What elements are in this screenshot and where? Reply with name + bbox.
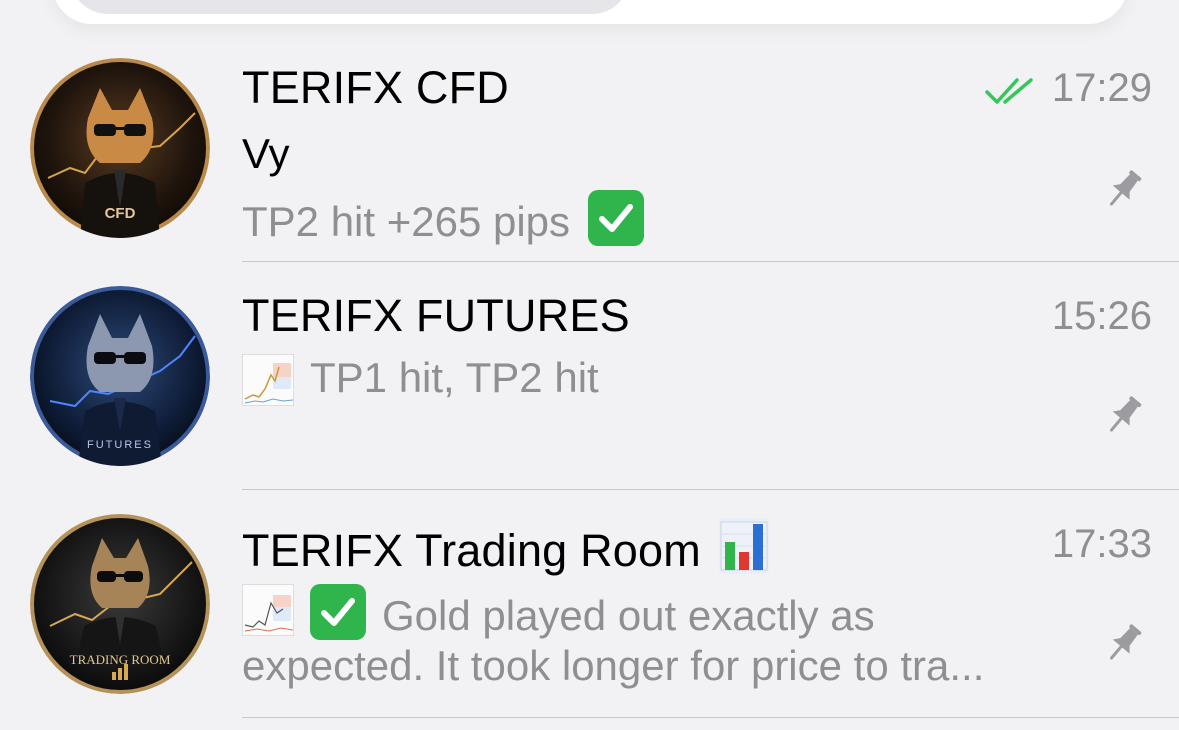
- message-preview: TP2 hit +265 pips: [242, 190, 644, 246]
- chart-thumbnail: [242, 584, 294, 636]
- check-mark-button-icon: [587, 190, 644, 246]
- chat-title: TERIFX CFD: [242, 62, 509, 113]
- chat-title: TERIFX Trading Room: [242, 518, 769, 577]
- pin-icon: [1101, 390, 1149, 438]
- avatar: CFD: [30, 58, 210, 238]
- chat-row-terifx-cfd[interactable]: CFD TERIFX CFD 17:29 Vy TP2 hit +265 pip…: [0, 34, 1179, 262]
- chat-row-terifx-trading-room[interactable]: TRADING ROOM TERIFX Trading Room 17:33 G…: [0, 490, 1179, 718]
- pin-icon: [1101, 618, 1149, 666]
- chat-row-terifx-futures[interactable]: FUTURES TERIFX FUTURES 15:26 TP1 hit, TP…: [0, 262, 1179, 490]
- svg-text:FUTURES: FUTURES: [87, 439, 153, 451]
- message-preview-line-2: expected. It took longer for price to tr…: [242, 642, 985, 689]
- divider: [242, 717, 1179, 718]
- double-check-icon: [985, 76, 1037, 106]
- check-mark-button-icon: [310, 584, 366, 640]
- chat-time: 15:26: [1051, 294, 1152, 338]
- chat-title-text: TERIFX Trading Room: [242, 525, 701, 576]
- search-bar-area[interactable]: [52, 0, 1128, 24]
- avatar: TRADING ROOM: [30, 514, 210, 694]
- search-field[interactable]: [70, 0, 630, 14]
- chat-list-screen: CFD TERIFX CFD 17:29 Vy TP2 hit +265 pip…: [0, 0, 1179, 730]
- preview-text: TP2 hit +265 pips: [242, 198, 571, 245]
- bar-chart-icon: [718, 518, 769, 574]
- svg-text:CFD: CFD: [105, 205, 136, 222]
- chat-time: 17:29: [1051, 66, 1152, 110]
- chart-thumbnail: [242, 354, 294, 406]
- chat-time: 17:33: [1051, 522, 1152, 566]
- pin-icon: [1101, 164, 1149, 212]
- avatar: FUTURES: [30, 286, 210, 466]
- message-preview: TP1 hit, TP2 hit: [310, 354, 599, 401]
- chat-title: TERIFX FUTURES: [242, 290, 630, 341]
- sender-name: Vy: [242, 130, 290, 177]
- preview-line-1: Gold played out exactly as: [382, 592, 875, 639]
- message-preview: Gold played out exactly as: [310, 584, 875, 640]
- svg-text:TRADING ROOM: TRADING ROOM: [70, 652, 171, 667]
